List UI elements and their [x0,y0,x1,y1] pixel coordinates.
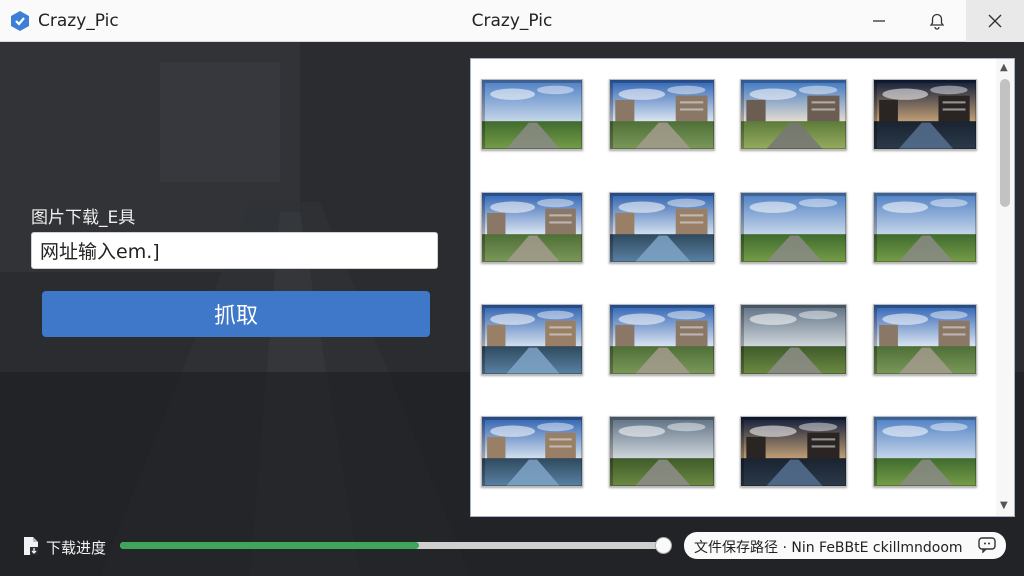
gallery-thumbnail[interactable] [873,304,977,375]
gallery-thumbnail[interactable] [481,79,583,150]
minimize-icon [873,20,885,22]
comment-icon[interactable] [978,537,996,553]
gallery-thumbnail[interactable] [609,79,715,150]
gallery-thumbnail[interactable] [481,416,583,487]
gallery-scrollbar[interactable]: ▲ ▼ [996,59,1014,516]
gallery-thumbnail[interactable] [740,304,847,375]
gallery-thumbnail[interactable] [740,79,847,150]
gallery-thumbnail[interactable] [873,79,977,150]
download-progress-label: 下载进度 [46,539,107,557]
scroll-up-icon[interactable]: ▲ [1000,62,1008,73]
url-input[interactable] [31,232,438,269]
image-gallery: ▲ ▼ [470,58,1015,517]
download-file-icon [24,537,38,555]
close-icon [988,14,1002,28]
progress-fill [120,542,420,549]
progress-knob[interactable] [655,537,672,554]
main-area: 图片下载_E具 抓取 [0,42,1024,576]
gallery-thumbnail[interactable] [740,416,847,487]
fetch-button[interactable]: 抓取 [42,291,430,337]
gallery-thumbnail[interactable] [740,192,847,263]
download-progress-bar[interactable] [120,537,672,554]
notification-button[interactable] [908,0,966,42]
gallery-thumbnail[interactable] [873,192,977,263]
gallery-thumbnail[interactable] [873,416,977,487]
scrollbar-thumb[interactable] [1000,79,1010,207]
title-bar: Crazy_Pic Crazy_Pic [0,0,1024,42]
gallery-thumbnail[interactable] [609,304,715,375]
minimize-button[interactable] [850,0,908,42]
gallery-thumbnail[interactable] [609,192,715,263]
tool-label: 图片下载_E具 [31,208,136,228]
gallery-thumbnail[interactable] [609,416,715,487]
close-button[interactable] [966,0,1024,42]
scroll-down-icon[interactable]: ▼ [1000,500,1008,511]
gallery-thumbnail[interactable] [481,304,583,375]
gallery-thumbnail[interactable] [481,192,583,263]
bell-icon [929,13,945,30]
save-path-field[interactable]: 文件保存路径 · Nin FeBBtE ckillmndoom [684,532,1006,559]
